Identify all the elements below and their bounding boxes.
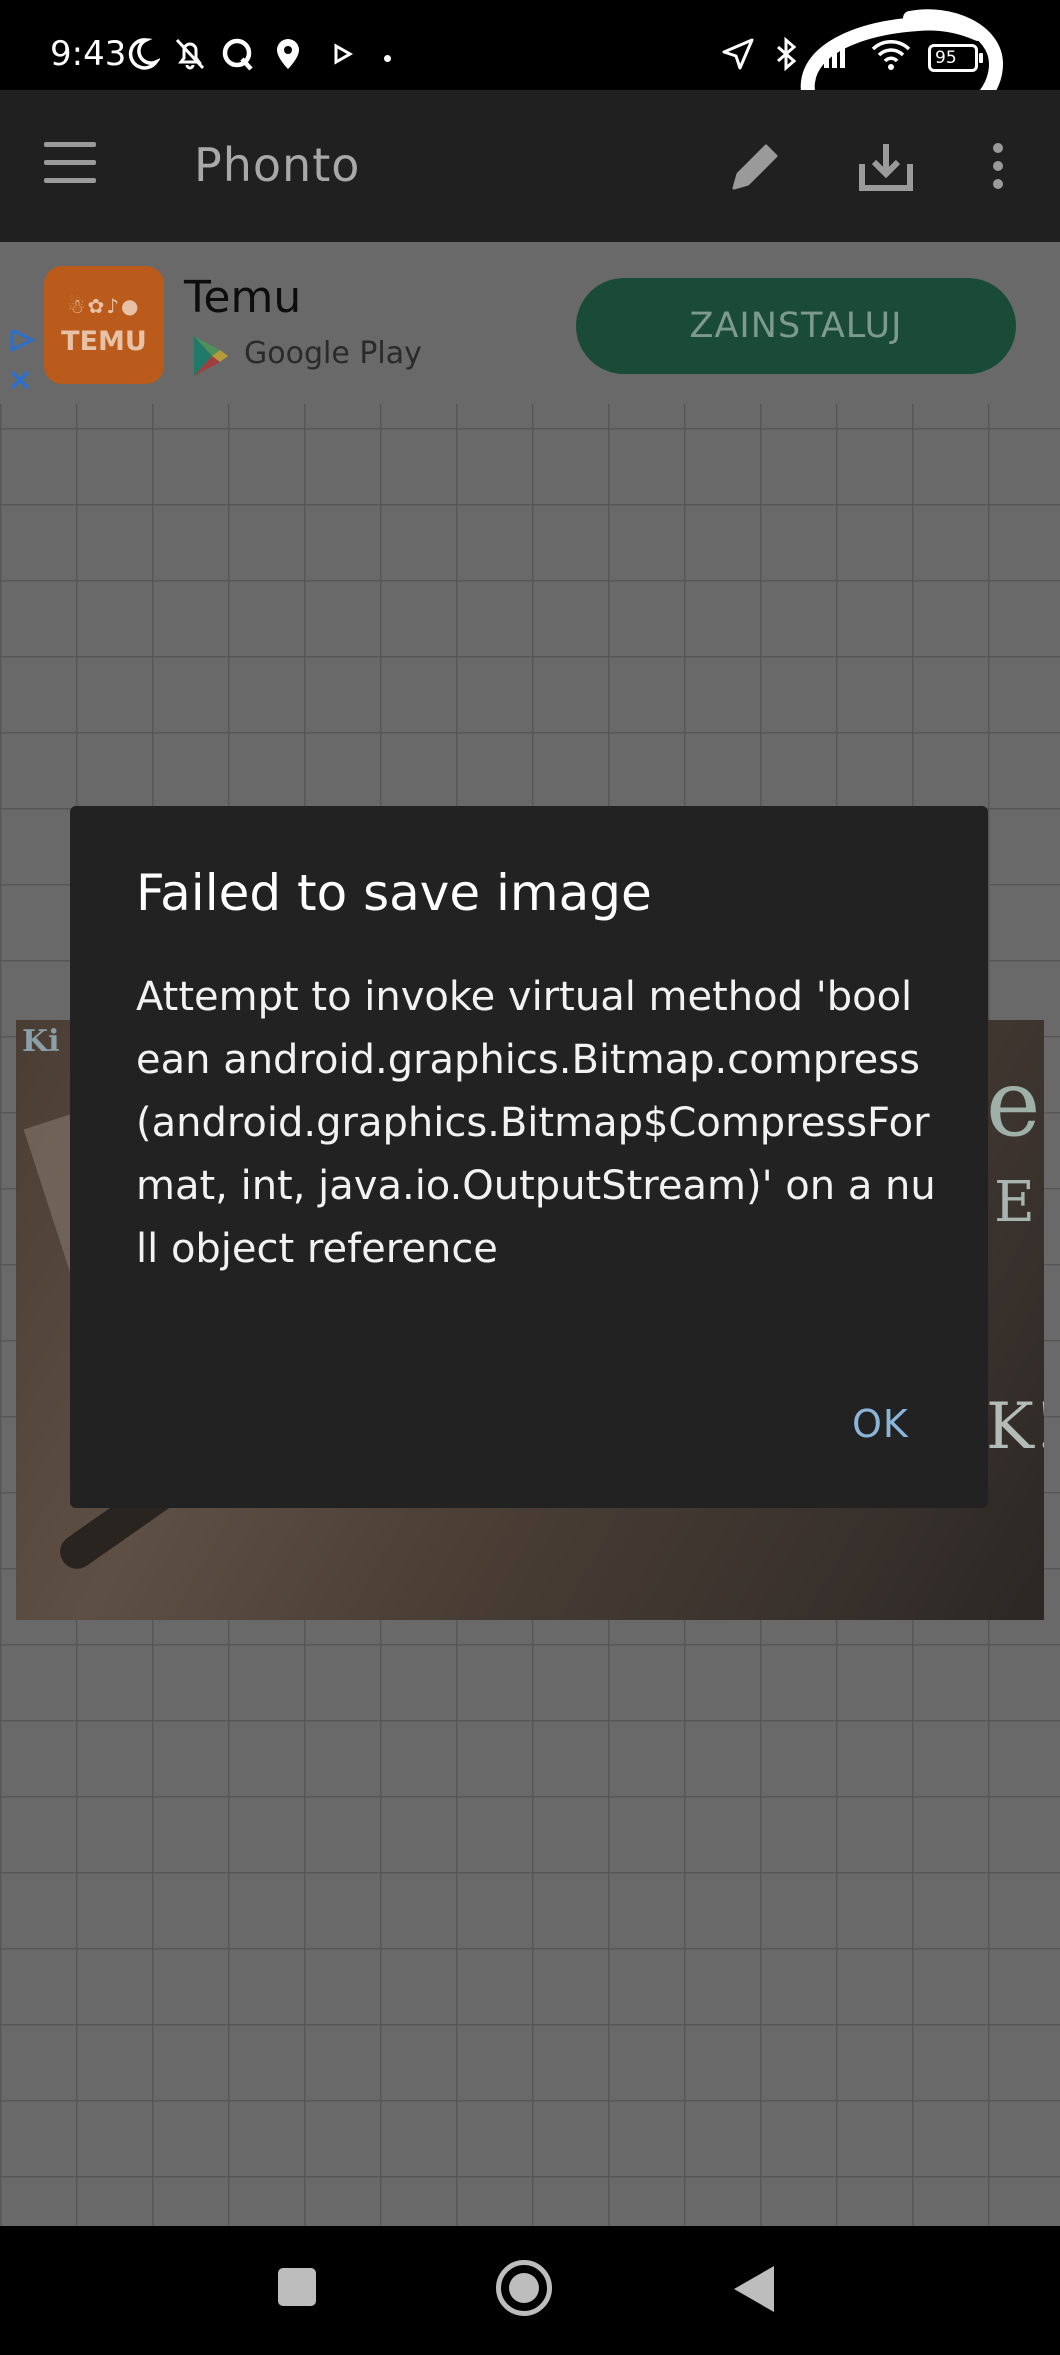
temu-logo-glyphs: ☃✿♪● xyxy=(67,294,141,318)
status-dot xyxy=(384,55,391,62)
temu-logo: ☃✿♪● TEMU xyxy=(44,266,164,384)
home-icon[interactable] xyxy=(496,2260,552,2316)
q-icon xyxy=(222,38,253,71)
edit-pencil-icon[interactable] xyxy=(724,134,788,198)
temu-logo-text: TEMU xyxy=(61,326,147,357)
photo-text-fragment: E xyxy=(994,1170,1035,1235)
photo-text-fragment: e xyxy=(986,1050,1041,1157)
download-icon[interactable] xyxy=(854,134,918,198)
photo-text-fragment: Ki xyxy=(22,1024,60,1059)
hamburger-menu-icon[interactable] xyxy=(44,142,100,186)
dialog-message: Attempt to invoke virtual method 'boolea… xyxy=(136,974,936,1272)
navigation-bar xyxy=(0,2226,1060,2355)
google-play-icon xyxy=(194,336,228,376)
ok-button[interactable]: OK xyxy=(842,1398,919,1450)
ad-banner[interactable]: ☃✿♪● TEMU Temu Google Play ZAINSTALUJ xyxy=(0,242,1060,404)
error-dialog: Failed to save image Attempt to invoke v… xyxy=(70,806,988,1508)
status-time: 9:43 xyxy=(50,34,127,74)
app-title: Phonto xyxy=(194,138,361,192)
back-icon[interactable] xyxy=(734,2266,774,2312)
photo-text-fragment: K! xyxy=(986,1390,1044,1464)
ad-app-name[interactable]: Temu xyxy=(184,272,301,323)
install-button[interactable]: ZAINSTALUJ xyxy=(576,278,1016,374)
more-vert-icon[interactable] xyxy=(966,134,1030,198)
status-bar: 9:43 95 xyxy=(0,0,1060,146)
play-icon xyxy=(334,43,354,65)
location-pin-icon xyxy=(277,39,299,69)
navigation-icon xyxy=(722,38,754,70)
ad-choices-icon[interactable] xyxy=(6,330,36,400)
moon-icon xyxy=(128,38,160,70)
recent-apps-icon[interactable] xyxy=(278,2268,316,2306)
ad-store-label: Google Play xyxy=(244,336,422,371)
bell-off-icon xyxy=(175,38,205,70)
app-bar: Phonto xyxy=(0,90,1060,242)
dialog-title: Failed to save image xyxy=(136,864,652,922)
